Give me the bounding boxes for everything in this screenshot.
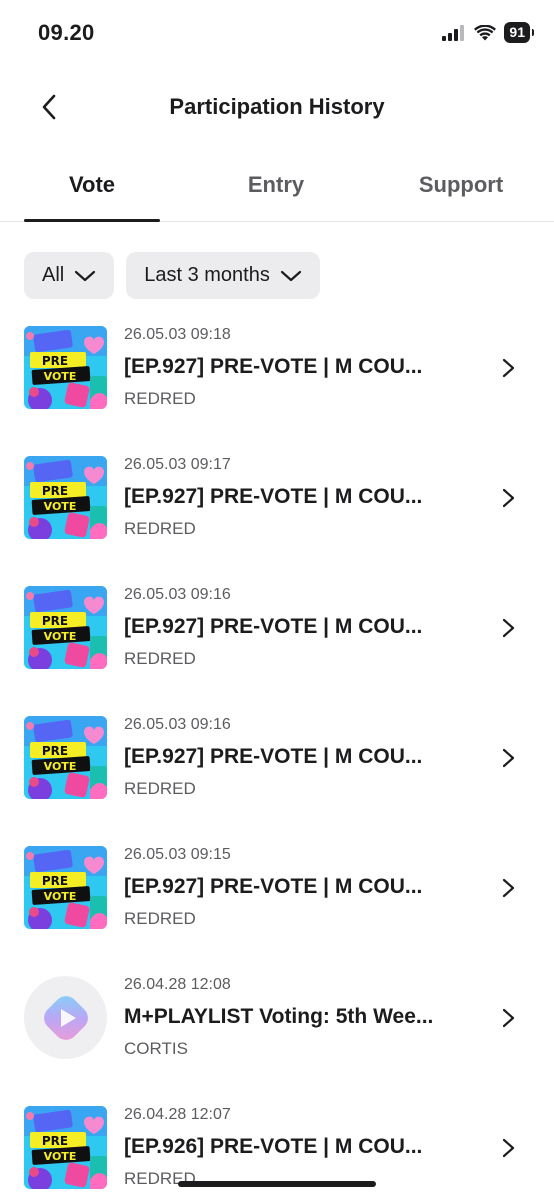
item-title: [EP.927] PRE-VOTE | M COU... (124, 875, 423, 898)
row-chevron (498, 1006, 518, 1030)
status-time: 09.20 (38, 20, 95, 45)
item-date: 26.05.03 09:16 (124, 716, 231, 733)
type-filter-label: All (42, 264, 65, 286)
thumb-text-pre: PRE (41, 484, 69, 498)
thumb-text-pre: PRE (41, 354, 69, 368)
thumb-text-vote: VOTE (43, 500, 77, 513)
list-item[interactable]: PRE VOTE 26.05.03 09:17 [EP.927] PRE-VOT… (0, 450, 554, 580)
pre-vote-thumbnail: PRE VOTE (24, 716, 107, 799)
thumb-text-vote: VOTE (43, 1150, 77, 1163)
pre-vote-thumbnail: PRE VOTE (24, 326, 107, 409)
thumb-text-pre: PRE (41, 744, 69, 758)
row-chevron (498, 616, 518, 640)
tab-support[interactable]: Support (368, 160, 554, 221)
period-filter-label: Last 3 months (144, 264, 270, 286)
chevron-right-icon (502, 1138, 515, 1158)
tab-vote[interactable]: Vote (0, 160, 184, 222)
chevron-right-icon (502, 358, 515, 378)
thumb-text-vote: VOTE (43, 370, 77, 383)
period-filter-dropdown[interactable]: Last 3 months (126, 252, 320, 299)
item-date: 26.04.28 12:08 (124, 976, 231, 993)
battery-icon: 91 (504, 22, 534, 43)
thumb-text-pre: PRE (41, 614, 69, 628)
item-artist: REDRED (124, 909, 196, 928)
pre-vote-thumbnail: PRE VOTE (24, 456, 107, 539)
list-item[interactable]: PRE VOTE 26.05.03 09:15 [EP.927] PRE-VOT… (0, 840, 554, 970)
item-artist: REDRED (124, 649, 196, 668)
list-item[interactable]: PRE VOTE 26.05.03 09:16 [EP.927] PRE-VOT… (0, 710, 554, 840)
chevron-down-icon (75, 270, 96, 281)
thumb-text-vote: VOTE (43, 760, 77, 773)
item-title: [EP.927] PRE-VOTE | M COU... (124, 615, 423, 638)
status-bar: 09.20 91 (0, 0, 554, 66)
chevron-right-icon (502, 488, 515, 508)
row-chevron (498, 876, 518, 900)
row-chevron (498, 356, 518, 380)
participation-list: PRE VOTE 26.05.03 09:18 [EP.927] PRE-VOT… (0, 320, 554, 1199)
item-title: M+PLAYLIST Voting: 5th Wee... (124, 1005, 434, 1028)
item-title: [EP.927] PRE-VOTE | M COU... (124, 745, 423, 768)
row-chevron (498, 746, 518, 770)
item-title: [EP.926] PRE-VOTE | M COU... (124, 1135, 423, 1158)
list-item[interactable]: 26.04.28 12:08 M+PLAYLIST Voting: 5th We… (0, 970, 554, 1100)
nav-header: Participation History (0, 78, 554, 136)
item-date: 26.05.03 09:15 (124, 846, 231, 863)
pre-vote-thumbnail: PRE VOTE (24, 1106, 107, 1189)
signal-icon (442, 24, 465, 41)
filter-bar: All Last 3 months (24, 252, 320, 299)
pre-vote-thumbnail: PRE VOTE (24, 586, 107, 669)
row-chevron (498, 486, 518, 510)
item-date: 26.05.03 09:17 (124, 456, 231, 473)
chevron-right-icon (502, 618, 515, 638)
playlist-thumbnail (24, 976, 107, 1059)
type-filter-dropdown[interactable]: All (24, 252, 115, 299)
list-item[interactable]: PRE VOTE 26.05.03 09:18 [EP.927] PRE-VOT… (0, 320, 554, 450)
item-date: 26.05.03 09:16 (124, 586, 231, 603)
status-icons: 91 (442, 22, 534, 43)
thumb-text-vote: VOTE (43, 630, 77, 643)
item-title: [EP.927] PRE-VOTE | M COU... (124, 485, 423, 508)
chevron-down-icon (280, 270, 301, 281)
list-item[interactable]: PRE VOTE 26.05.03 09:16 [EP.927] PRE-VOT… (0, 580, 554, 710)
page-title: Participation History (169, 94, 385, 119)
chevron-right-icon (502, 748, 515, 768)
item-date: 26.04.28 12:07 (124, 1106, 231, 1123)
item-date: 26.05.03 09:18 (124, 326, 231, 343)
thumb-text-pre: PRE (41, 874, 69, 888)
home-indicator (178, 1181, 376, 1187)
chevron-right-icon (502, 878, 515, 898)
item-artist: REDRED (124, 519, 196, 538)
pre-vote-thumbnail: PRE VOTE (24, 846, 107, 929)
chevron-right-icon (502, 1008, 515, 1028)
tab-entry[interactable]: Entry (184, 160, 368, 221)
item-artist: REDRED (124, 389, 196, 408)
item-artist: CORTIS (124, 1039, 188, 1058)
item-title: [EP.927] PRE-VOTE | M COU... (124, 355, 423, 378)
item-artist: REDRED (124, 779, 196, 798)
thumb-text-pre: PRE (41, 1134, 69, 1148)
tab-bar: Vote Entry Support (0, 160, 554, 222)
thumb-text-vote: VOTE (43, 890, 77, 903)
wifi-icon (474, 24, 497, 40)
row-chevron (498, 1136, 518, 1160)
